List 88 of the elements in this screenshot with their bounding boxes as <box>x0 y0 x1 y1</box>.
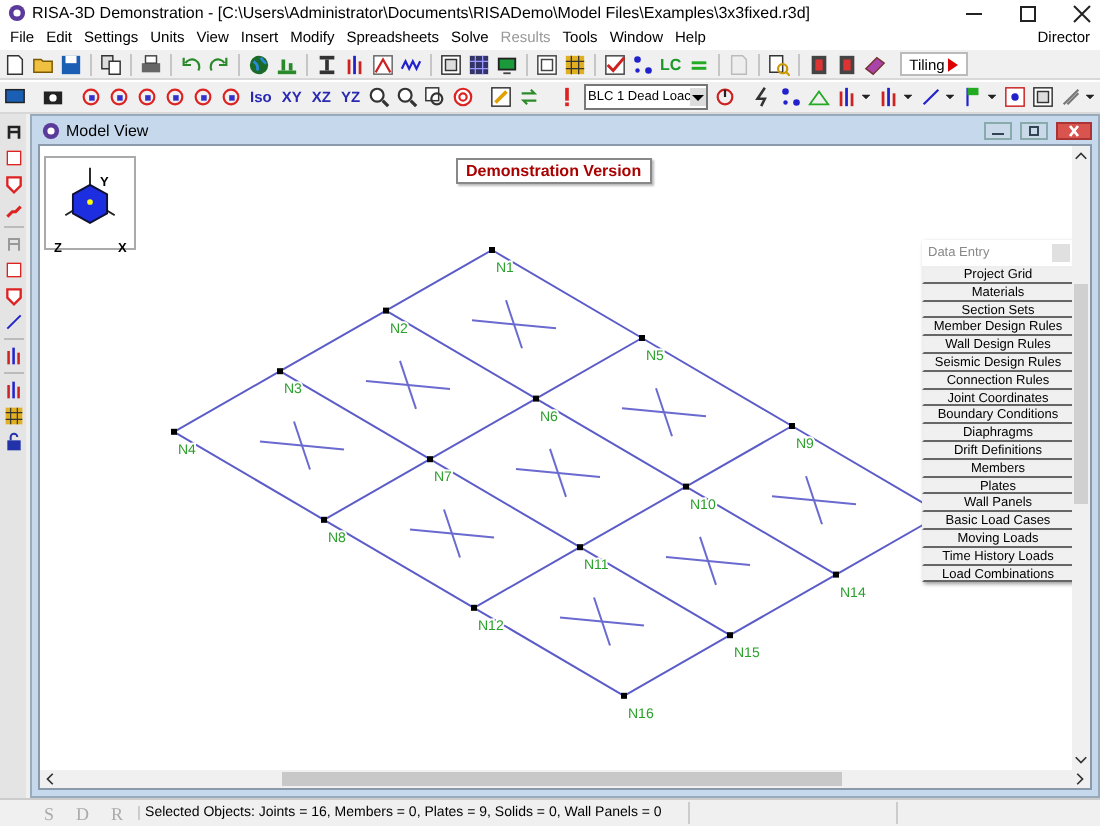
spin-icon[interactable] <box>714 86 737 108</box>
demo-banner: Demonstration Version <box>456 158 652 184</box>
scroll-up-icon[interactable] <box>1074 150 1088 164</box>
shield-icon[interactable] <box>3 174 23 194</box>
plate-cross-mark <box>515 447 601 498</box>
rotate-icon[interactable] <box>192 86 214 108</box>
line-icon[interactable] <box>920 86 943 108</box>
wave-icon[interactable] <box>400 53 422 75</box>
plate-cross-mark <box>559 596 645 647</box>
copy-icon[interactable] <box>100 53 122 75</box>
plate-cross-mark <box>471 299 557 350</box>
rotate-icon[interactable] <box>80 86 102 108</box>
step-icon[interactable] <box>3 200 23 220</box>
minimize-icon[interactable] <box>984 121 1012 139</box>
window-icon[interactable] <box>536 53 558 75</box>
table-icon[interactable] <box>564 53 586 75</box>
checkmark-icon[interactable] <box>604 53 626 75</box>
close-icon[interactable] <box>1056 121 1092 139</box>
zoom-box-icon[interactable] <box>424 86 447 108</box>
plate-cross-mark <box>365 359 451 410</box>
bars-icon[interactable] <box>878 86 901 108</box>
nodes-icon[interactable] <box>632 53 654 75</box>
app-logo-icon <box>42 121 60 139</box>
shield-icon[interactable] <box>3 286 23 306</box>
scroll-thumb[interactable] <box>282 772 842 786</box>
plate-cross-mark <box>259 420 345 471</box>
plate-edge-line <box>729 573 837 637</box>
undo-icon[interactable] <box>180 53 202 75</box>
frame-icon[interactable] <box>440 53 462 75</box>
plate-edge-line <box>429 397 537 461</box>
pencil-icon[interactable] <box>490 86 513 108</box>
restore-icon[interactable] <box>1020 121 1048 139</box>
screen-icon[interactable] <box>4 86 26 108</box>
camera-icon[interactable] <box>42 86 64 108</box>
frame-icon[interactable] <box>3 122 23 142</box>
grid-icon[interactable] <box>468 53 490 75</box>
printer-icon[interactable] <box>140 53 162 75</box>
plate-cross-mark <box>665 535 751 586</box>
rotate-icon[interactable] <box>164 86 186 108</box>
magnifier-icon[interactable] <box>767 53 790 75</box>
play-icon <box>948 57 959 71</box>
scroll-right-icon[interactable] <box>1072 772 1086 786</box>
rotate-icon[interactable] <box>136 86 158 108</box>
rotate-icon[interactable] <box>108 86 130 108</box>
vertical-scrollbar[interactable] <box>1072 146 1090 770</box>
scroll-left-icon[interactable] <box>44 772 58 786</box>
redo-icon[interactable] <box>208 53 230 75</box>
globe-icon[interactable] <box>248 53 270 75</box>
zoom-icon[interactable] <box>368 86 391 108</box>
square-icon[interactable] <box>3 148 23 168</box>
table-icon[interactable] <box>3 406 23 426</box>
monitor-icon[interactable] <box>496 53 518 75</box>
plate-edge-line <box>579 485 687 549</box>
scroll-down-icon[interactable] <box>1074 752 1088 766</box>
folder-icon[interactable] <box>32 53 54 75</box>
brush-icon[interactable] <box>1060 86 1083 108</box>
bars-icon[interactable] <box>836 86 859 108</box>
plate-cross-mark <box>409 508 495 559</box>
ring-icon[interactable] <box>452 86 475 108</box>
nodes-icon[interactable] <box>780 86 803 108</box>
rotate-icon[interactable] <box>220 86 242 108</box>
frame-icon[interactable] <box>1032 86 1055 108</box>
dropdown-caret-icon[interactable] <box>690 88 707 106</box>
book-icon[interactable] <box>863 53 886 75</box>
flag-icon[interactable] <box>962 86 985 108</box>
target-icon[interactable] <box>1004 86 1027 108</box>
swap-icon[interactable] <box>518 86 541 108</box>
plate-cross-mark <box>621 387 707 438</box>
maximize-icon[interactable] <box>1018 3 1038 23</box>
zoom-icon[interactable] <box>396 86 419 108</box>
square-icon[interactable] <box>3 260 23 280</box>
window-title: Model View <box>66 121 149 139</box>
triangle-icon[interactable] <box>372 53 394 75</box>
page-icon[interactable] <box>4 53 26 75</box>
lock-icon[interactable] <box>3 432 23 452</box>
plate-cross-mark <box>771 475 857 526</box>
window-title: RISA-3D Demonstration - [C:\Users\Administrator\Documents\RISADemo\Model Files\Examples\3x3fixed.r3d] <box>32 4 813 22</box>
beam-icon[interactable] <box>316 53 338 75</box>
report-icon[interactable] <box>835 53 858 75</box>
report-icon[interactable] <box>807 53 830 75</box>
horizontal-scrollbar[interactable] <box>40 770 1090 788</box>
line-icon[interactable] <box>3 312 23 332</box>
plate-edge-line <box>279 309 387 373</box>
close-icon[interactable] <box>1072 3 1092 23</box>
bars-icon[interactable] <box>3 380 23 400</box>
bars-icon[interactable] <box>344 53 366 75</box>
scroll-thumb[interactable] <box>1074 284 1088 504</box>
bars-icon[interactable] <box>3 346 23 366</box>
